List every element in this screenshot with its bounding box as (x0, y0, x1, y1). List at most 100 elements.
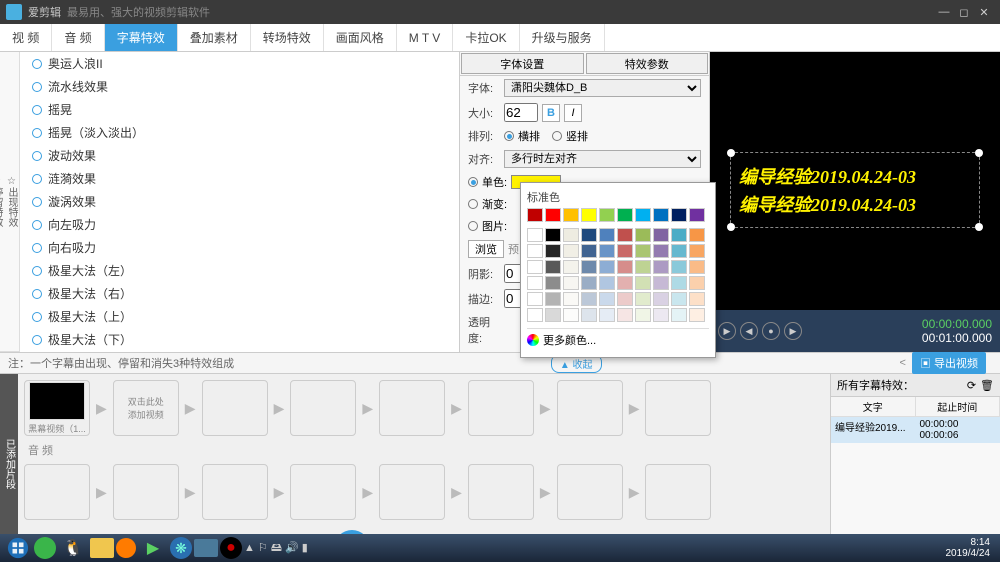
font-size-input[interactable] (504, 103, 538, 122)
taskbar-clock[interactable]: 8:142019/4/24 (940, 537, 997, 559)
play-button[interactable]: ▶ (718, 322, 736, 340)
color-swatch[interactable] (563, 260, 579, 274)
empty-clip[interactable] (290, 464, 356, 520)
color-swatch[interactable] (563, 208, 579, 222)
align-select[interactable]: 多行时左对齐 (504, 150, 701, 168)
color-swatch[interactable] (599, 292, 615, 306)
color-swatch[interactable] (671, 208, 687, 222)
color-swatch[interactable] (527, 208, 543, 222)
prev-frame-button[interactable]: ◀ (740, 322, 758, 340)
color-swatch[interactable] (653, 308, 669, 322)
color-swatch[interactable] (599, 228, 615, 242)
color-swatch[interactable] (635, 208, 651, 222)
empty-clip[interactable] (379, 464, 445, 520)
color-swatch[interactable] (671, 228, 687, 242)
color-picker-popup[interactable]: 标准色 更多颜色... (520, 182, 716, 358)
color-swatch[interactable] (599, 244, 615, 258)
color-swatch[interactable] (635, 244, 651, 258)
stop-button[interactable]: ● (762, 322, 780, 340)
taskbar-app-icon[interactable]: ▶ (138, 536, 168, 560)
effect-item[interactable]: 极星大法（下） (20, 328, 459, 351)
color-swatch[interactable] (545, 228, 561, 242)
color-swatch[interactable] (581, 228, 597, 242)
color-swatch[interactable] (689, 244, 705, 258)
taskbar-app-icon[interactable]: ❋ (170, 537, 192, 559)
color-swatch[interactable] (635, 228, 651, 242)
main-tab[interactable]: 视 频 (0, 24, 52, 51)
start-button[interactable] (4, 534, 32, 562)
color-swatch[interactable] (527, 276, 543, 290)
color-swatch[interactable] (653, 276, 669, 290)
effect-item[interactable]: 涟漪效果 (20, 167, 459, 190)
system-tray[interactable]: ▲ ⚐ 🖴 🔊 ▮ (244, 539, 308, 558)
color-swatch[interactable] (563, 276, 579, 290)
color-swatch[interactable] (527, 292, 543, 306)
taskbar-app-icon[interactable] (90, 538, 114, 558)
effect-item[interactable]: 风车效果 (20, 351, 459, 352)
image-fill-radio[interactable] (468, 221, 478, 231)
color-swatch[interactable] (545, 308, 561, 322)
effect-item[interactable]: 摇晃（淡入淡出） (20, 121, 459, 144)
color-swatch[interactable] (617, 244, 633, 258)
empty-clip[interactable] (645, 464, 711, 520)
gradient-radio[interactable] (468, 199, 478, 209)
color-swatch[interactable] (617, 260, 633, 274)
effect-item[interactable]: 极星大法（左） (20, 259, 459, 282)
effect-item[interactable]: 奥运人浪II (20, 52, 459, 75)
browse-button[interactable]: 浏览 (468, 240, 504, 258)
color-swatch[interactable] (617, 276, 633, 290)
color-swatch[interactable] (527, 260, 543, 274)
color-swatch[interactable] (545, 292, 561, 306)
color-swatch[interactable] (563, 244, 579, 258)
empty-clip[interactable] (113, 464, 179, 520)
color-swatch[interactable] (671, 244, 687, 258)
color-swatch[interactable] (617, 308, 633, 322)
color-swatch[interactable] (617, 208, 633, 222)
color-swatch[interactable] (545, 244, 561, 258)
color-swatch[interactable] (545, 276, 561, 290)
more-colors-button[interactable]: 更多颜色... (527, 328, 709, 351)
color-swatch[interactable] (527, 308, 543, 322)
refresh-icon[interactable]: ⟳ (967, 379, 976, 392)
color-swatch[interactable] (653, 208, 669, 222)
subtitle-bbox[interactable]: 编导经验2019.04.24-03 编导经验2019.04.24-03 (730, 152, 980, 228)
empty-clip[interactable] (468, 380, 534, 436)
color-swatch[interactable] (581, 260, 597, 274)
main-tab[interactable]: 卡拉OK (453, 24, 519, 51)
empty-clip[interactable] (290, 380, 356, 436)
effect-params-tab[interactable]: 特效参数 (586, 53, 709, 74)
resize-handle[interactable] (975, 223, 983, 231)
resize-handle[interactable] (975, 149, 983, 157)
export-button[interactable]: ▣ 导出视频 (912, 352, 986, 374)
resize-handle[interactable] (727, 223, 735, 231)
main-tab[interactable]: M T V (397, 24, 454, 51)
main-tab[interactable]: 转场特效 (251, 24, 324, 51)
effect-list[interactable]: 奥运人浪II流水线效果摇晃摇晃（淡入淡出）波动效果涟漪效果漩涡效果向左吸力向右吸… (20, 52, 460, 352)
minimize-button[interactable]: — (934, 6, 954, 18)
color-swatch[interactable] (689, 208, 705, 222)
video-track[interactable]: 黑幕视频（1... ▶ 双击此处 添加视频 ▶ ▶ ▶ ▶ ▶ ▶ (24, 380, 824, 436)
effect-item[interactable]: 漩涡效果 (20, 190, 459, 213)
color-swatch[interactable] (545, 260, 561, 274)
color-swatch[interactable] (689, 228, 705, 242)
empty-clip[interactable] (24, 464, 90, 520)
taskbar-app-icon[interactable]: ● (220, 537, 242, 559)
color-swatch[interactable] (689, 276, 705, 290)
effect-category[interactable]: ☆出现特效 (4, 52, 19, 352)
close-button[interactable]: ✕ (974, 6, 994, 19)
color-swatch[interactable] (563, 308, 579, 322)
main-tab[interactable]: 画面风格 (324, 24, 397, 51)
color-swatch[interactable] (581, 276, 597, 290)
color-swatch[interactable] (563, 228, 579, 242)
effect-category[interactable]: ☆停留特效 (0, 52, 4, 352)
taskbar-app-icon[interactable] (194, 539, 218, 557)
main-tab[interactable]: 字幕特效 (105, 24, 178, 51)
color-swatch[interactable] (581, 308, 597, 322)
effect-item[interactable]: 向左吸力 (20, 213, 459, 236)
add-clip-placeholder[interactable]: 双击此处 添加视频 (113, 380, 179, 436)
color-swatch[interactable] (581, 244, 597, 258)
effect-item[interactable]: 波动效果 (20, 144, 459, 167)
single-color-radio[interactable] (468, 177, 478, 187)
color-swatch[interactable] (653, 292, 669, 306)
color-swatch[interactable] (689, 260, 705, 274)
